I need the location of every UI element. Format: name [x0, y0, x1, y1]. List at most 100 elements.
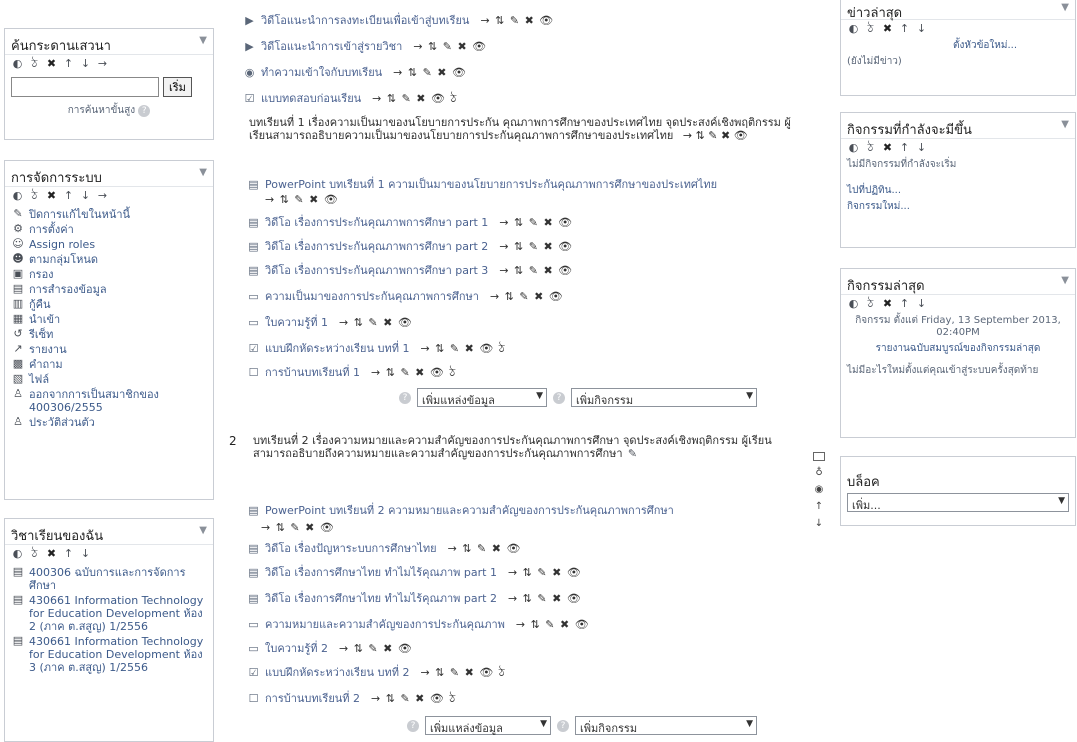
admin-item[interactable]: ☺ Assign roles	[11, 237, 207, 252]
admin-item[interactable]: ☻ ตามกลุ่มโหนด	[11, 252, 207, 267]
up-icon[interactable]: ↑	[62, 190, 75, 202]
right-icon[interactable]: →	[96, 58, 109, 70]
down-icon[interactable]: ↓	[79, 190, 92, 202]
activity-item[interactable]: ▶ วิดีโอแนะนำการลงทะเบียนเพื่อเข้าสู่บทเ…	[243, 14, 554, 27]
group-icon[interactable]: ঠ	[28, 58, 41, 70]
activity-tools[interactable]: → ⇅ ✎ ✖ 👁	[413, 40, 487, 53]
admin-item[interactable]: ▤ การสำรองข้อมูล	[11, 282, 207, 297]
collapse-icon[interactable]: ▼	[199, 167, 207, 178]
down-icon[interactable]: ↓	[915, 23, 928, 35]
activity-tools[interactable]: → ⇅ ✎ ✖ 👁	[265, 193, 339, 206]
activity-item[interactable]: ▭ ความเป็นมาของการประกันคุณภาพการศึกษา →…	[247, 290, 564, 303]
add-activity-select[interactable]: เพิ่มกิจกรรม ▼	[575, 716, 757, 735]
admin-item[interactable]: ⚙ การตั้งค่า	[11, 222, 207, 237]
activity-tools[interactable]: → ⇅ ✎ ✖ 👁 ঠ	[371, 366, 456, 379]
activity-tools[interactable]: → ⇅ ✎ ✖ 👁	[480, 14, 554, 27]
up-icon[interactable]: ↑	[62, 58, 75, 70]
hide-icon[interactable]: ◐	[847, 142, 860, 154]
down-icon[interactable]: ↓	[79, 58, 92, 70]
help-icon[interactable]: ?	[138, 105, 151, 117]
activity-item[interactable]: ▭ ใบความรู้ที่ 1 → ⇅ ✎ ✖ 👁	[247, 316, 413, 329]
down-icon[interactable]: ↓	[915, 142, 928, 154]
delete-icon[interactable]: ✖	[45, 190, 58, 202]
add-resource-select[interactable]: เพิ่มแหล่งข้อมูล ▼	[425, 716, 551, 735]
add-block-select[interactable]: เพิ่ม... ▼	[847, 493, 1069, 512]
activity-item[interactable]: ▤ วิดีโอ เรื่องการประกันคุณภาพการศึกษา p…	[247, 264, 573, 277]
activity-item[interactable]: ◉ ทำความเข้าใจกับบทเรียน → ⇅ ✎ ✖ 👁	[243, 66, 467, 79]
activity-item[interactable]: ▤ วิดีโอ เรื่องการศึกษาไทย ทำไมไร้คุณภาพ…	[247, 566, 582, 579]
delete-icon[interactable]: ✖	[881, 298, 894, 310]
group-icon[interactable]: ঠ	[28, 190, 41, 202]
help-icon[interactable]: ?	[399, 391, 411, 404]
activity-item[interactable]: ▤ PowerPoint บทเรียนที่ 1 ความเป็นมาของน…	[247, 178, 787, 191]
activity-tools[interactable]: → ⇅ ✎ ✖ 👁	[339, 642, 413, 655]
activity-tools-row[interactable]: → ⇅ ✎ ✖ 👁	[265, 193, 339, 206]
admin-item[interactable]: ↗ รายงาน	[11, 342, 207, 357]
activity-tools[interactable]: → ⇅ ✎ ✖ 👁 ঠ	[420, 342, 505, 355]
add-activity-select[interactable]: เพิ่มกิจกรรม ▼	[571, 388, 757, 407]
eye-icon[interactable]: ◉	[815, 484, 824, 495]
activity-item[interactable]: ▭ ความหมายและความสำคัญของการประกันคุณภาพ…	[247, 618, 590, 631]
delete-icon[interactable]: ✖	[881, 142, 894, 154]
advanced-search-link[interactable]: การค้นหาขั้นสูง ?	[5, 101, 213, 124]
activity-tools[interactable]: → ⇅ ✎ ✖ 👁	[490, 290, 564, 303]
activity-tools[interactable]: → ⇅ ✎ ✖ 👁	[499, 240, 573, 253]
activity-item[interactable]: ☐ การบ้านบทเรียนที่ 2 → ⇅ ✎ ✖ 👁 ঠ	[247, 692, 456, 705]
activity-item[interactable]: ☑ แบบฝึกหัดระหว่างเรียน บทที่ 1 → ⇅ ✎ ✖ …	[247, 342, 506, 355]
new-event-link[interactable]: กิจกรรมใหม่...	[841, 199, 1075, 215]
activity-tools[interactable]: → ⇅ ✎ ✖ 👁	[448, 542, 522, 555]
activity-item[interactable]: ☑ แบบทดสอบก่อนเรียน → ⇅ ✎ ✖ 👁 ঠ	[243, 92, 457, 105]
admin-item[interactable]: ▥ กู้คืน	[11, 297, 207, 312]
admin-item[interactable]: ▧ ไฟล์	[11, 372, 207, 387]
course-item[interactable]: ▤ 400306 ฉบับการและการจัดการศึกษา	[11, 565, 207, 593]
hide-icon[interactable]: ◐	[847, 298, 860, 310]
admin-item[interactable]: ♙ ออกจากการเป็นสมาชิกของ 400306/2555	[11, 387, 207, 415]
help-icon[interactable]: ?	[553, 391, 565, 404]
group-icon[interactable]: ঠ	[864, 23, 877, 35]
search-button[interactable]: เริ่ม	[163, 77, 192, 97]
activity-tools[interactable]: → ⇅ ✎ ✖ 👁	[508, 592, 582, 605]
activity-item[interactable]: ▤ วิดีโอ เรื่องการประกันคุณภาพการศึกษา p…	[247, 216, 573, 229]
up-icon[interactable]: ↑	[898, 298, 911, 310]
admin-item[interactable]: ▣ กรอง	[11, 267, 207, 282]
search-input[interactable]	[11, 77, 159, 97]
help-icon[interactable]: ?	[557, 719, 569, 732]
activity-item[interactable]: ☐ การบ้านบทเรียนที่ 1 → ⇅ ✎ ✖ 👁 ঠ	[247, 366, 456, 379]
help-icon[interactable]: ?	[407, 719, 419, 732]
activity-item[interactable]: ▤ วิดีโอ เรื่องการศึกษาไทย ทำไมไร้คุณภาพ…	[247, 592, 582, 605]
activity-tools[interactable]: → ⇅ ✎ ✖ 👁	[508, 566, 582, 579]
delete-icon[interactable]: ✖	[881, 23, 894, 35]
hide-icon[interactable]: ◐	[11, 58, 24, 70]
goto-calendar-link[interactable]: ไปที่ปฏิทิน...	[841, 183, 1075, 199]
collapse-icon[interactable]: ▼	[199, 35, 207, 46]
activity-item[interactable]: ▤ วิดีโอ เรื่องปัญหาระบบการศึกษาไทย → ⇅ …	[247, 542, 521, 555]
course-item[interactable]: ▤ 430661 Information Technology for Educa…	[11, 593, 207, 634]
delete-icon[interactable]: ✖	[45, 58, 58, 70]
down-icon[interactable]: ↓	[79, 548, 92, 560]
hide-icon[interactable]: ◐	[11, 548, 24, 560]
admin-item[interactable]: ♙ ประวัติส่วนตัว	[11, 415, 207, 430]
admin-item[interactable]: ✎ ปิดการแก้ไขในหน้านี้	[11, 207, 207, 222]
activity-tools[interactable]: → ⇅ ✎ ✖ 👁 ঠ	[372, 92, 457, 105]
activity-tools[interactable]: → ⇅ ✎ ✖ 👁	[516, 618, 590, 631]
bulb-icon[interactable]: ♁	[815, 467, 822, 478]
activity-tools[interactable]: → ⇅ ✎ ✖ 👁	[393, 66, 467, 79]
activity-item[interactable]: ▤ วิดีโอ เรื่องการประกันคุณภาพการศึกษา p…	[247, 240, 573, 253]
activity-tools-row[interactable]: → ⇅ ✎ ✖ 👁	[261, 521, 335, 534]
down-icon[interactable]: ↓	[815, 518, 823, 529]
pencil-icon[interactable]: ✎	[626, 448, 639, 460]
add-topic-link[interactable]: ตั้งหัวข้อใหม่...	[841, 38, 1075, 54]
full-report-link[interactable]: รายงานฉบับสมบูรณ์ของกิจกรรมล่าสุด	[841, 341, 1075, 363]
activity-tools[interactable]: → ⇅ ✎ ✖ 👁	[499, 264, 573, 277]
up-icon[interactable]: ↑	[815, 501, 823, 512]
hide-icon[interactable]: ◐	[847, 23, 860, 35]
activity-item[interactable]: ▤ PowerPoint บทเรียนที่ 2 ความหมายและควา…	[247, 504, 807, 517]
hide-icon[interactable]: ◐	[11, 190, 24, 202]
highlight-icon[interactable]	[813, 452, 825, 461]
group-icon[interactable]: ঠ	[28, 548, 41, 560]
admin-item[interactable]: ▦ นำเข้า	[11, 312, 207, 327]
group-icon[interactable]: ঠ	[864, 298, 877, 310]
collapse-icon[interactable]: ▼	[1061, 2, 1069, 13]
activity-tools[interactable]: → ⇅ ✎ ✖ 👁	[261, 521, 335, 534]
activity-tools[interactable]: → ⇅ ✎ ✖ 👁	[499, 216, 573, 229]
